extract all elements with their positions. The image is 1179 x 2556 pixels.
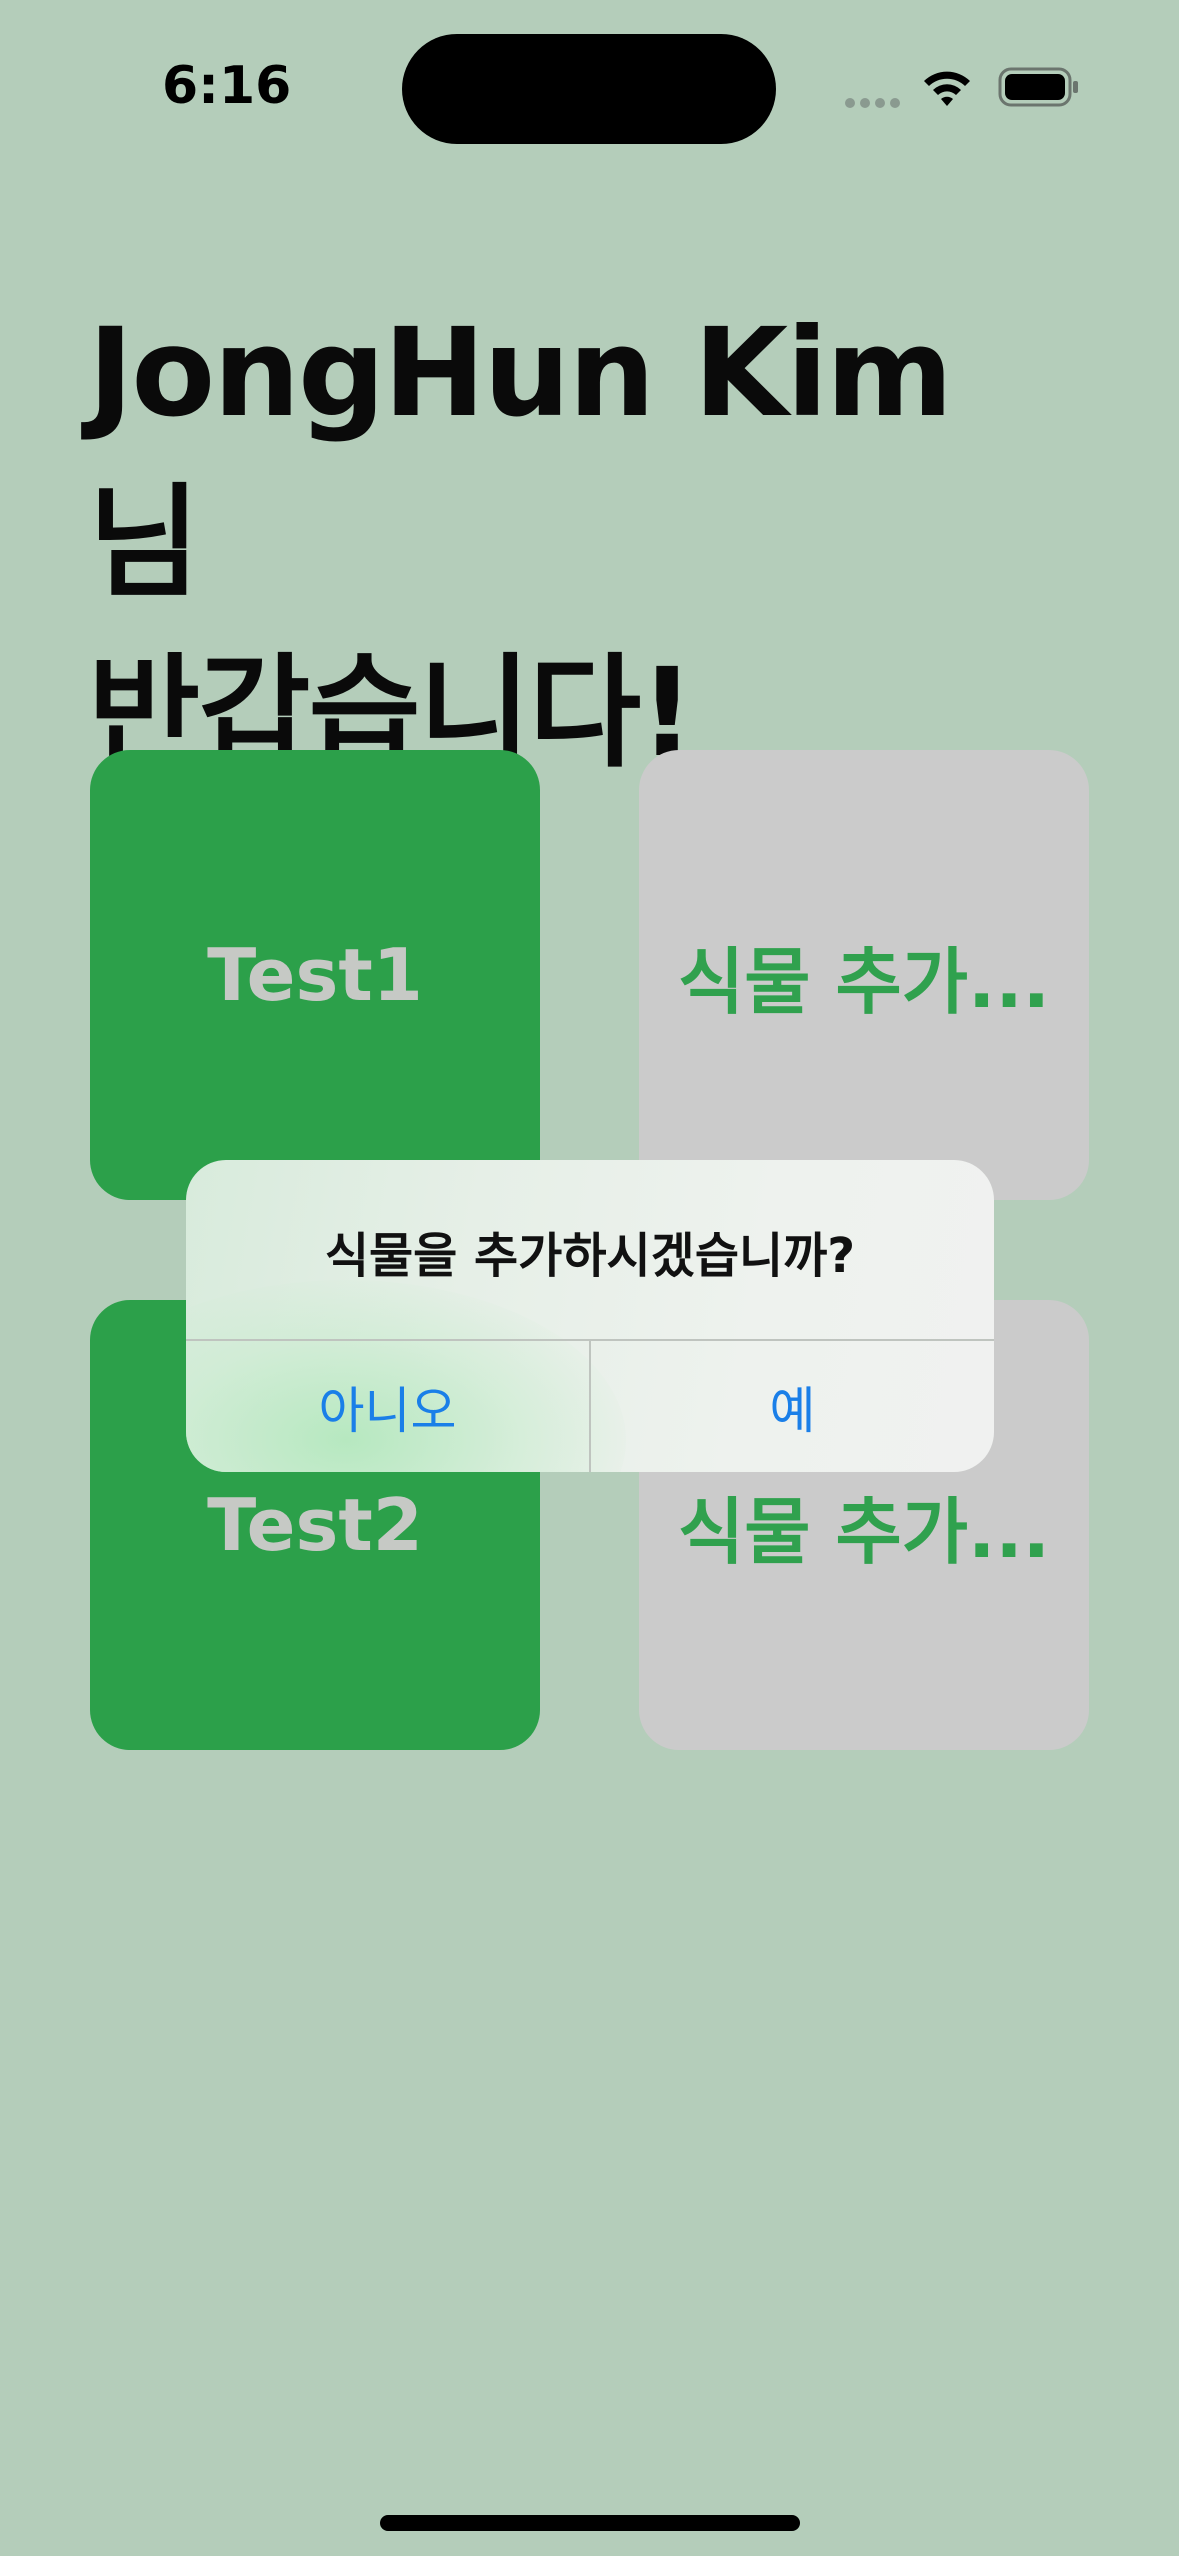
plant-card-label: Test2 [207, 1483, 423, 1567]
confirm-button[interactable]: 예 [591, 1341, 994, 1472]
cancel-button[interactable]: 아니오 [186, 1341, 589, 1472]
plant-card-label: Test1 [207, 933, 423, 1017]
plant-card-test1[interactable]: Test1 [90, 750, 540, 1200]
status-time: 6:16 [162, 56, 292, 116]
home-indicator[interactable] [380, 2515, 800, 2531]
page-title: JongHun Kim 님 반갑습니다! [88, 288, 1088, 798]
cellular-signal-icon [845, 93, 905, 108]
wifi-icon [924, 71, 970, 106]
add-plant-label: 식물 추가... [677, 1489, 1051, 1574]
alert-title: 식물을 추가하시겠습니까? [324, 1228, 856, 1284]
add-plant-card[interactable]: 식물 추가... [639, 750, 1089, 1200]
add-plant-label: 식물 추가... [677, 939, 1051, 1024]
home-screen: 6:16 JongHun Kim 님 반갑습니다! Test1 식물 추가...… [0, 0, 1179, 2556]
battery-icon [998, 67, 1078, 107]
dynamic-island [402, 34, 776, 144]
greeting-name: JongHun Kim 님 [88, 302, 953, 614]
add-plant-alert: 식물을 추가하시겠습니까? 아니오 예 [186, 1160, 994, 1472]
